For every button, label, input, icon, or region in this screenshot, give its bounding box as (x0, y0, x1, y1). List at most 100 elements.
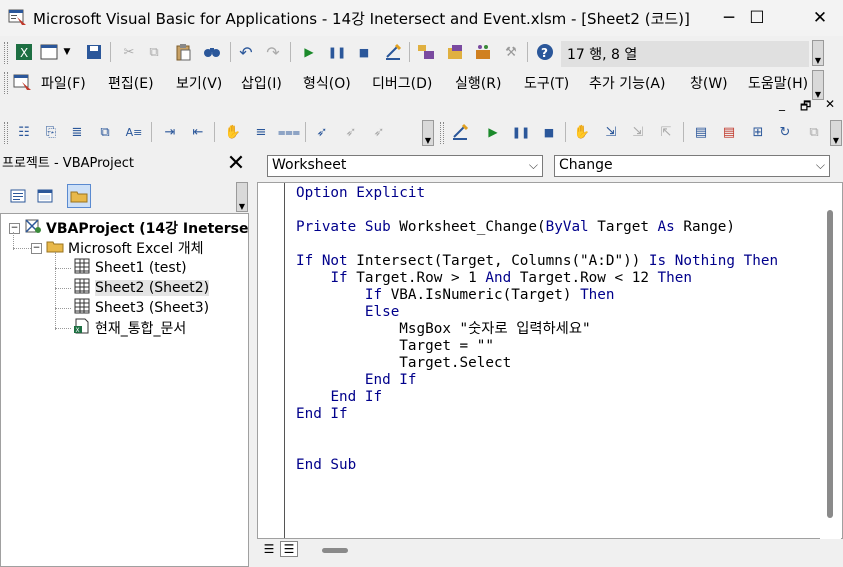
complete-word-icon[interactable]: A≡ (123, 121, 145, 143)
code-line[interactable]: Private Sub Worksheet_Change(ByVal Targe… (296, 219, 735, 236)
design-mode-icon[interactable] (382, 41, 404, 63)
code-line[interactable]: Option Explicit (296, 185, 425, 202)
margin-indicator-bar[interactable] (259, 183, 285, 538)
debug-toolbar-chevron[interactable]: ▼ (830, 120, 842, 146)
run-icon-2[interactable]: ▶ (482, 121, 504, 143)
code-line[interactable]: Target.Select (296, 355, 511, 372)
menubar-overflow-chevron[interactable]: ▼ (812, 70, 824, 100)
tree-item-thisworkbook[interactable]: X 현재_통합_문서 (73, 318, 186, 338)
parameter-info-icon[interactable]: ⧉ (94, 121, 116, 143)
design-mode-icon-2[interactable] (449, 121, 471, 143)
toolbar-grip[interactable] (4, 122, 8, 144)
code-line[interactable]: Else (296, 304, 399, 321)
quick-watch-icon[interactable]: ↻ (774, 121, 796, 143)
locals-window-icon[interactable]: ▤ (690, 121, 712, 143)
redo-icon[interactable]: ↷ (262, 41, 284, 63)
toggle-bookmark-icon[interactable]: ➶ (311, 121, 333, 143)
immediate-window-icon[interactable]: ▤ (718, 121, 740, 143)
code-line[interactable]: End If (296, 389, 382, 406)
menu-run[interactable]: 실행(R) (455, 73, 501, 93)
maximize-button[interactable]: ☐ (734, 0, 780, 36)
procedure-view-button[interactable]: ☰ (260, 541, 278, 557)
horizontal-scroll-thumb[interactable] (322, 548, 348, 553)
object-browser-icon[interactable] (472, 41, 494, 63)
menu-debug[interactable]: 디버그(D) (372, 73, 432, 93)
procedure-dropdown[interactable]: Change ⌵ (554, 155, 830, 177)
comment-block-icon[interactable]: ≡ (250, 121, 272, 143)
project-panel-close-button[interactable]: ✕ (226, 153, 246, 175)
step-into-icon[interactable]: ⇲ (600, 121, 622, 143)
view-object-button[interactable] (33, 184, 57, 208)
insert-dropdown-icon[interactable]: ▼ (60, 41, 74, 63)
toggle-breakpoint-icon[interactable]: ✋ (222, 121, 244, 143)
menu-file[interactable]: 파일(F) (41, 73, 86, 93)
copy-icon[interactable]: ⧉ (143, 41, 165, 63)
view-code-button[interactable] (6, 184, 30, 208)
object-dropdown[interactable]: Worksheet ⌵ (267, 155, 543, 177)
next-bookmark-icon[interactable]: ➶ (340, 121, 362, 143)
tree-item-sheet2[interactable]: Sheet2 (Sheet2) (73, 278, 210, 298)
panel-splitter[interactable] (249, 150, 257, 567)
menu-view[interactable]: 보기(V) (176, 73, 222, 93)
outdent-icon[interactable]: ⇤ (187, 121, 209, 143)
menu-addins[interactable]: 추가 기능(A) (589, 73, 665, 93)
previous-bookmark-icon[interactable]: ➶ (368, 121, 390, 143)
indent-icon[interactable]: ⇥ (159, 121, 181, 143)
toolbar-grip[interactable] (4, 42, 8, 64)
toggle-folders-button[interactable] (67, 184, 91, 208)
toolbar-overflow-chevron[interactable]: ▼ (812, 40, 824, 66)
quick-info-icon[interactable]: ≣ (66, 121, 88, 143)
mdi-minimize-button[interactable]: _ (779, 97, 785, 111)
call-stack-icon[interactable]: ⧉ (803, 121, 825, 143)
code-line[interactable]: If Not Intersect(Target, Columns("A:D"))… (296, 253, 778, 270)
undo-icon[interactable]: ↶ (235, 41, 257, 63)
tree-item-sheet3[interactable]: Sheet3 (Sheet3) (73, 298, 209, 318)
mdi-close-button[interactable]: ✕ (825, 97, 835, 111)
list-properties-icon[interactable]: ☷ (13, 121, 35, 143)
step-out-icon[interactable]: ⇱ (655, 121, 677, 143)
collapse-icon[interactable]: − (9, 222, 20, 234)
save-icon[interactable] (83, 41, 105, 63)
vertical-scroll-thumb[interactable] (827, 210, 833, 518)
project-explorer-icon[interactable] (415, 41, 437, 63)
insert-userform-icon[interactable] (38, 41, 60, 63)
code-line[interactable]: End If (296, 406, 348, 423)
code-line[interactable]: MsgBox "숫자로 입력하세요" (296, 321, 590, 338)
cut-icon[interactable]: ✂ (118, 41, 140, 63)
watch-window-icon[interactable]: ⊞ (747, 121, 769, 143)
menu-edit[interactable]: 편집(E) (108, 73, 154, 93)
code-line[interactable]: Target = "" (296, 338, 494, 355)
tree-folder-excel-objects[interactable]: − Microsoft Excel 개체 (31, 238, 203, 258)
find-icon[interactable] (201, 41, 223, 63)
menu-tools[interactable]: 도구(T) (524, 73, 569, 93)
reset-icon-2[interactable]: ■ (538, 121, 560, 143)
view-excel-icon[interactable]: X (13, 41, 35, 63)
full-module-view-button[interactable]: ☰ (280, 541, 298, 557)
tree-item-sheet1[interactable]: Sheet1 (test) (73, 258, 187, 278)
break-icon[interactable]: ❚❚ (326, 41, 348, 63)
code-line[interactable]: End Sub (296, 457, 356, 474)
close-window-button[interactable]: ✕ (797, 0, 843, 36)
paste-icon[interactable] (172, 41, 194, 63)
collapse-icon[interactable]: − (31, 242, 42, 254)
uncomment-block-icon[interactable]: ⩶ (278, 121, 300, 143)
code-line[interactable]: End If (296, 372, 417, 389)
properties-window-icon[interactable] (444, 41, 466, 63)
toolbox-icon[interactable]: ⚒ (500, 41, 522, 63)
breakpoint-hand-icon[interactable]: ✋ (571, 121, 593, 143)
menu-format[interactable]: 형식(O) (303, 73, 351, 93)
menu-insert[interactable]: 삽입(I) (241, 73, 282, 93)
code-line[interactable]: If VBA.IsNumeric(Target) Then (296, 287, 615, 304)
step-over-icon[interactable]: ⇲ (627, 121, 649, 143)
break-icon-2[interactable]: ❚❚ (510, 121, 532, 143)
tree-root-vbaproject[interactable]: − VBAProject (14강 Inetersect (9, 218, 264, 238)
toolbar-grip[interactable] (440, 122, 444, 144)
mdi-restore-button[interactable]: 🗗 (800, 97, 811, 118)
edit-toolbar-chevron[interactable]: ▼ (422, 120, 434, 146)
help-icon[interactable]: ? (534, 41, 556, 63)
menu-window[interactable]: 창(W) (690, 73, 728, 93)
reset-icon[interactable]: ■ (353, 41, 375, 63)
project-toolbar-chevron[interactable]: ▼ (236, 182, 248, 212)
run-icon[interactable]: ▶ (298, 41, 320, 63)
list-constants-icon[interactable]: ⎘ (40, 121, 62, 143)
